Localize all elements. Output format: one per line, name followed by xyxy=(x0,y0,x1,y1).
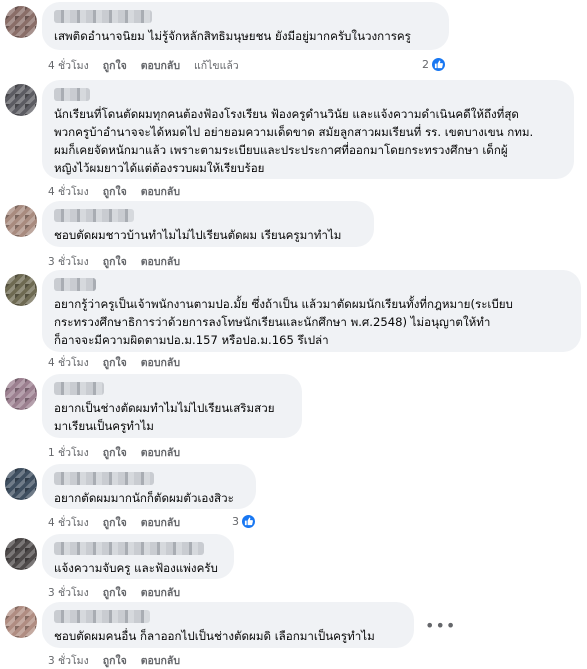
reaction-summary[interactable]: 2 xyxy=(422,57,446,72)
comment-bubble: นักเรียนที่โดนตัดผมทุกคนต้องฟ้องโรงเรียน… xyxy=(42,80,574,179)
commenter-name-blurred[interactable] xyxy=(54,472,154,485)
avatar[interactable] xyxy=(5,468,37,500)
comment-text: อยากรู้ว่าครูเป็นเจ้าพนักงานตามปอ.มั้ย ซ… xyxy=(54,297,513,347)
comment-time[interactable]: 4 ชั่วโมง xyxy=(48,514,89,531)
like-button[interactable]: ถูกใจ xyxy=(103,444,127,461)
comment-text: ชอบตัดผมชาวบ้านทำไมไม่ไปเรียนตัดผม เรียน… xyxy=(54,228,342,242)
comment-text: ชอบตัดผมคนอื่น ก็ลาออกไปเป็นช่างตัดผมดิ … xyxy=(54,629,375,643)
comment-bubble: ชอบตัดผมคนอื่น ก็ลาออกไปเป็นช่างตัดผมดิ … xyxy=(42,602,414,648)
reply-button[interactable]: ตอบกลับ xyxy=(141,514,180,531)
like-icon xyxy=(241,514,256,529)
comment-bubble: อยากรู้ว่าครูเป็นเจ้าพนักงานตามปอ.มั้ย ซ… xyxy=(42,270,581,352)
reaction-summary[interactable]: 3 xyxy=(232,514,256,529)
reaction-count: 3 xyxy=(232,515,239,528)
comment-time[interactable]: 1 ชั่วโมง xyxy=(48,444,89,461)
comment-time[interactable]: 4 ชั่วโมง xyxy=(48,354,89,371)
like-button[interactable]: ถูกใจ xyxy=(103,57,127,74)
comment-time[interactable]: 4 ชั่วโมง xyxy=(48,57,89,74)
comment-bubble: ชอบตัดผมชาวบ้านทำไมไม่ไปเรียนตัดผม เรียน… xyxy=(42,201,374,247)
like-button[interactable]: ถูกใจ xyxy=(103,584,127,601)
comment-actions: 3 ชั่วโมง ถูกใจ ตอบกลับ xyxy=(48,652,180,669)
like-button[interactable]: ถูกใจ xyxy=(103,354,127,371)
comment-actions: 4 ชั่วโมง ถูกใจ ตอบกลับ xyxy=(48,183,180,200)
comment-bubble: เสพติดอำนาจนิยม ไม่รู้จักหลักสิทธิมนุษยช… xyxy=(42,2,449,50)
comment-time[interactable]: 3 ชั่วโมง xyxy=(48,253,89,270)
like-button[interactable]: ถูกใจ xyxy=(103,253,127,270)
commenter-name-blurred[interactable] xyxy=(54,278,96,291)
comment-text: แจ้งความจับครู และฟ้องแพ่งครับ xyxy=(54,561,218,575)
commenter-name-blurred[interactable] xyxy=(54,542,204,555)
like-button[interactable]: ถูกใจ xyxy=(103,183,127,200)
comment-bubble: แจ้งความจับครู และฟ้องแพ่งครับ xyxy=(42,534,234,579)
comment-actions: 3 ชั่วโมง ถูกใจ ตอบกลับ xyxy=(48,584,180,601)
commenter-name-blurred[interactable] xyxy=(54,382,104,395)
commenter-name-blurred[interactable] xyxy=(54,209,134,222)
comment-time[interactable]: 3 ชั่วโมง xyxy=(48,652,89,669)
comment-text: เสพติดอำนาจนิยม ไม่รู้จักหลักสิทธิมนุษยช… xyxy=(54,29,411,43)
reply-button[interactable]: ตอบกลับ xyxy=(141,354,180,371)
avatar[interactable] xyxy=(5,274,37,306)
like-button[interactable]: ถูกใจ xyxy=(103,652,127,669)
reply-button[interactable]: ตอบกลับ xyxy=(141,444,180,461)
comment-time[interactable]: 3 ชั่วโมง xyxy=(48,584,89,601)
commenter-name-blurred[interactable] xyxy=(54,88,90,101)
avatar[interactable] xyxy=(5,606,37,638)
comment-text: นักเรียนที่โดนตัดผมทุกคนต้องฟ้องโรงเรียน… xyxy=(54,107,534,175)
reply-button[interactable]: ตอบกลับ xyxy=(141,253,180,270)
avatar[interactable] xyxy=(5,538,37,570)
reaction-count: 2 xyxy=(422,58,429,71)
avatar[interactable] xyxy=(5,84,37,116)
comment-actions: 4 ชั่วโมง ถูกใจ ตอบกลับ xyxy=(48,514,180,531)
comment-bubble: อยากตัดผมมากนักก็ตัดผมตัวเองสิวะ xyxy=(42,464,256,509)
comment-actions: 4 ชั่วโมง ถูกใจ ตอบกลับ แก้ไขแล้ว xyxy=(48,57,239,74)
comment-actions: 1 ชั่วโมง ถูกใจ ตอบกลับ xyxy=(48,444,180,461)
comment-bubble: อยากเป็นช่างตัดผมทำไมไม่ไปเรียนเสริมสวย … xyxy=(42,374,302,438)
reply-button[interactable]: ตอบกลับ xyxy=(141,584,180,601)
reply-button[interactable]: ตอบกลับ xyxy=(141,57,180,74)
avatar[interactable] xyxy=(5,6,37,38)
comment-actions: 3 ชั่วโมง ถูกใจ ตอบกลับ xyxy=(48,253,180,270)
edited-label[interactable]: แก้ไขแล้ว xyxy=(194,57,239,74)
reply-button[interactable]: ตอบกลับ xyxy=(141,183,180,200)
more-options-icon[interactable]: ••• xyxy=(425,616,456,635)
avatar[interactable] xyxy=(5,205,37,237)
like-button[interactable]: ถูกใจ xyxy=(103,514,127,531)
commenter-name-blurred[interactable] xyxy=(54,610,150,623)
comment-text: อยากตัดผมมากนักก็ตัดผมตัวเองสิวะ xyxy=(54,491,234,505)
comment-time[interactable]: 4 ชั่วโมง xyxy=(48,183,89,200)
avatar[interactable] xyxy=(5,378,37,410)
commenter-name-blurred[interactable] xyxy=(54,10,152,23)
reply-button[interactable]: ตอบกลับ xyxy=(141,652,180,669)
comment-text: อยากเป็นช่างตัดผมทำไมไม่ไปเรียนเสริมสวย … xyxy=(54,401,275,433)
comment-actions: 4 ชั่วโมง ถูกใจ ตอบกลับ xyxy=(48,354,180,371)
like-icon xyxy=(431,57,446,72)
